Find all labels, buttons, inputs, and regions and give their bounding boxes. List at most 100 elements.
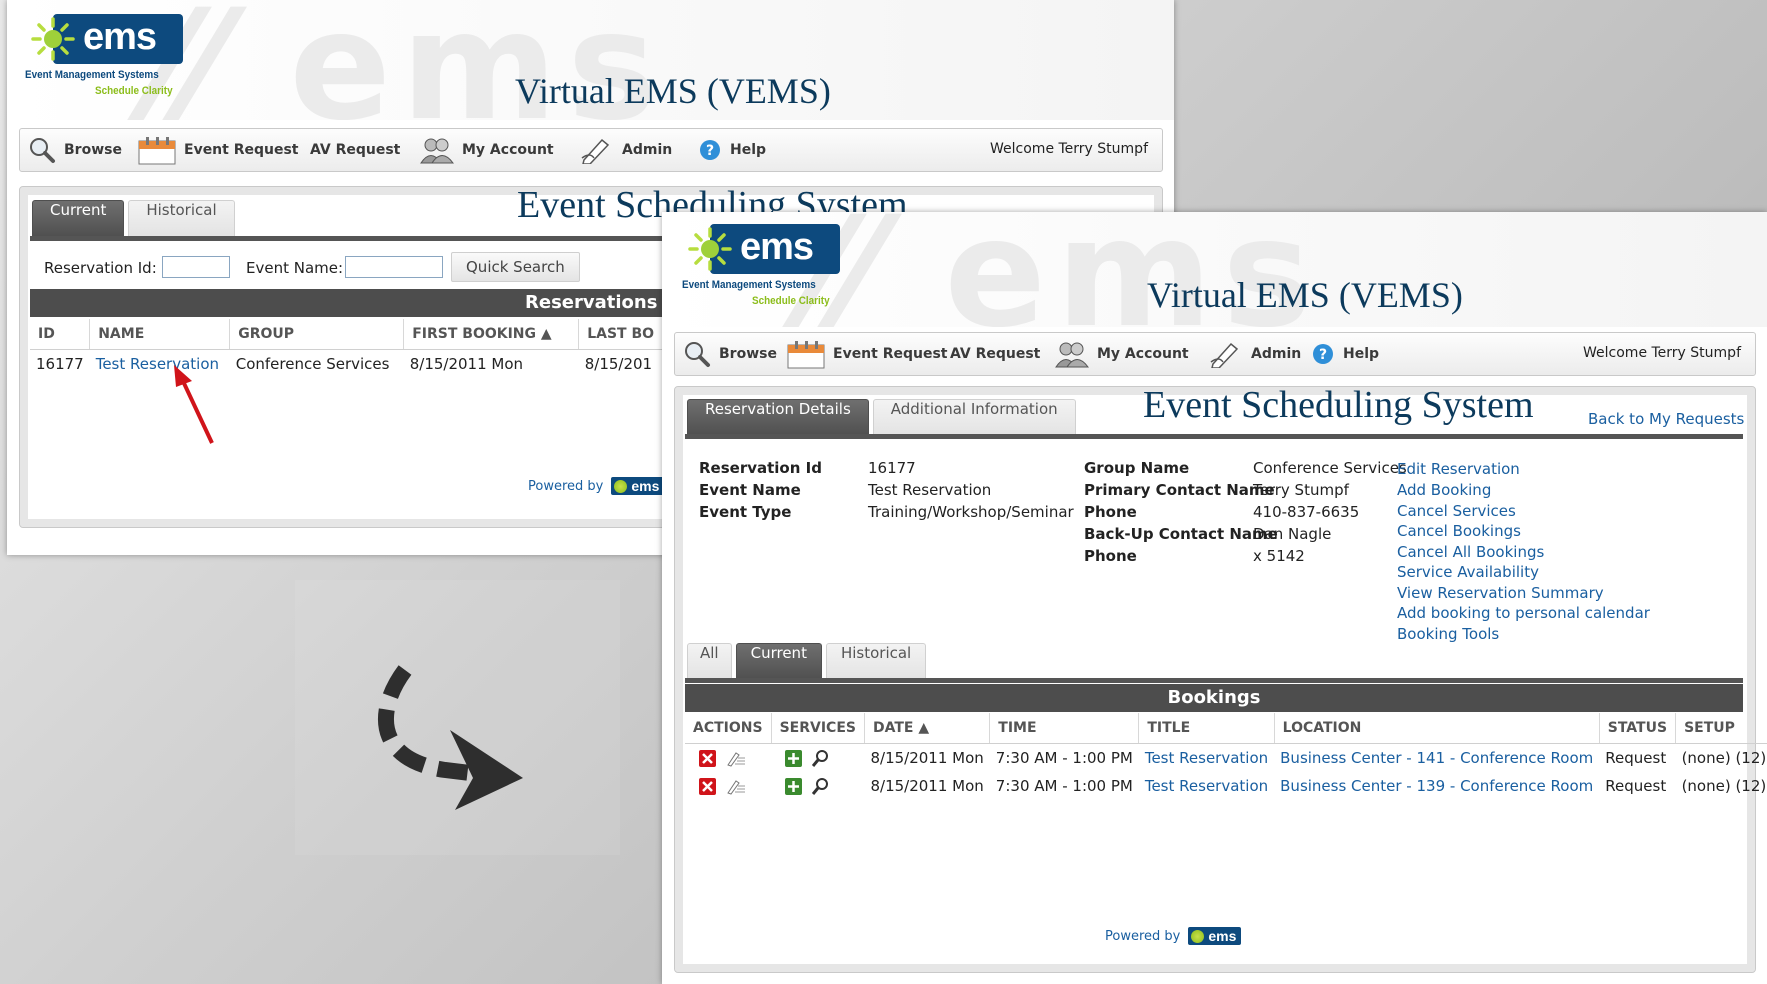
add-booking-link[interactable]: Add Booking [1397,481,1491,499]
detail-label: Phone [1084,547,1137,565]
tab-current[interactable]: Current [735,643,822,680]
tab-all[interactable]: All [687,643,732,680]
nav-help[interactable]: ? Help [1311,333,1379,375]
cell-time: 7:30 AM - 1:00 PM [995,749,1133,767]
tab-additional-information[interactable]: Additional Information [872,399,1076,436]
col-location[interactable]: LOCATION [1274,713,1600,744]
col-group[interactable]: GROUP [229,319,405,350]
cell-time: 7:30 AM - 1:00 PM [995,777,1133,795]
detail-value: Terry Stumpf [1253,481,1349,499]
tab-historical[interactable]: Historical [825,643,927,680]
service-availability-link[interactable]: Service Availability [1397,563,1539,581]
detail-value: 16177 [868,459,916,477]
cell-date: 8/15/2011 Mon [870,777,984,795]
col-date[interactable]: DATE ▲ [864,713,991,744]
col-first-booking[interactable]: FIRST BOOKING ▲ [403,319,580,350]
booking-title-link[interactable]: Test Reservation [1145,749,1268,767]
tab-current[interactable]: Current [32,200,125,237]
add-to-personal-calendar-link[interactable]: Add booking to personal calendar [1397,604,1650,622]
detail-value: 410-837-6635 [1253,503,1360,521]
event-name-input[interactable] [345,256,443,278]
nav-event-request[interactable]: Event Request [138,129,299,171]
nav-browse[interactable]: Browse [28,129,122,171]
tab-reservation-details[interactable]: Reservation Details [687,399,869,436]
back-to-my-requests-link[interactable]: Back to My Requests [1588,410,1744,428]
pencil-icon [581,138,610,164]
nav-av-request[interactable]: AV Request [950,333,1040,375]
detail-label: Back-Up Contact Name [1084,525,1278,543]
detail-value: x 5142 [1253,547,1305,565]
help-icon: ? [700,140,720,160]
app-title: Virtual EMS (VEMS) [1147,275,1463,315]
page-title: Event Scheduling System [1143,384,1534,426]
cancel-services-link[interactable]: Cancel Services [1397,502,1516,520]
reservation-tabs: Current Historical [32,200,235,237]
add-service-icon[interactable] [785,749,803,767]
powered-by: Powered by ems [528,477,665,495]
nav-admin[interactable]: Admin [580,129,672,171]
reservation-details-panel: Reservation Details Additional Informati… [674,384,1767,973]
bookings-table: ACTIONS SERVICES DATE ▲ TIME TITLE LOCAT… [685,713,1767,800]
users-icon [420,138,454,164]
view-details-icon[interactable] [811,749,830,768]
col-services: SERVICES [771,713,865,744]
nav-help[interactable]: ? Help [698,129,766,171]
booking-tabs: All Current Historical [687,643,927,680]
event-name-label: Event Name: [246,259,344,277]
svg-text:?: ? [706,143,714,159]
nav-event-request[interactable]: Event Request [787,333,948,375]
magnifier-icon [685,342,710,367]
nav-av-request[interactable]: AV Request [310,129,400,171]
col-name[interactable]: NAME [89,319,231,350]
tab-historical[interactable]: Historical [128,200,235,237]
booking-location-link[interactable]: Business Center - 139 - Conference Room [1280,777,1593,795]
view-details-icon[interactable] [811,777,830,796]
mini-ems-logo: ems [611,477,665,495]
table-row: 8/15/2011 Mon 7:30 AM - 1:00 PM Test Res… [685,772,1767,800]
delete-icon[interactable] [699,778,716,795]
table-header-row: ACTIONS SERVICES DATE ▲ TIME TITLE LOCAT… [685,713,1767,744]
reservation-id-input[interactable] [162,256,230,278]
delete-icon[interactable] [699,750,716,767]
edit-icon[interactable] [726,750,746,767]
detail-label: Event Type [699,503,792,521]
red-pointer-arrow-icon [174,365,214,444]
pencil-icon [1210,342,1239,368]
cancel-bookings-link[interactable]: Cancel Bookings [1397,522,1521,540]
nav-my-account[interactable]: My Account [1055,333,1189,375]
detail-label: Event Name [699,481,801,499]
col-setup[interactable]: SETUP [1675,713,1767,744]
cancel-all-bookings-link[interactable]: Cancel All Bookings [1397,543,1544,561]
table-row: 8/15/2011 Mon 7:30 AM - 1:00 PM Test Res… [685,744,1767,773]
col-time[interactable]: TIME [989,713,1140,744]
quick-search-button[interactable]: Quick Search [451,252,580,282]
nav-browse[interactable]: Browse [683,333,777,375]
table-header-row: ID NAME GROUP FIRST BOOKING ▲ LAST BO [30,319,687,350]
booking-tools-link[interactable]: Booking Tools [1397,625,1499,643]
cell-group: Conference Services [235,355,390,373]
edit-reservation-link[interactable]: Edit Reservation [1397,460,1520,478]
col-status[interactable]: STATUS [1599,713,1677,744]
svg-text:?: ? [1319,347,1327,363]
tab-divider [685,678,1743,683]
col-title[interactable]: TITLE [1138,713,1275,744]
edit-icon[interactable] [726,778,746,795]
detail-value: Test Reservation [868,481,992,499]
reservation-id-label: Reservation Id: [44,259,157,277]
add-service-icon[interactable] [785,777,803,795]
booking-title-link[interactable]: Test Reservation [1145,777,1268,795]
header-banner: ⁄⁄ ems ems Event Management Systems Sche… [662,212,1767,327]
cell-status: Request [1605,777,1667,795]
main-navbar: Browse Event Request AV Request My Accou… [19,128,1163,172]
detail-label: Primary Contact Name [1084,481,1275,499]
cell-setup: (none) (12) [1681,749,1767,767]
mini-ems-logo: ems [1188,927,1242,945]
view-reservation-summary-link[interactable]: View Reservation Summary [1397,584,1604,602]
nav-admin[interactable]: Admin [1209,333,1301,375]
group-name-link[interactable]: Conference Services [1253,459,1407,477]
booking-location-link[interactable]: Business Center - 141 - Conference Room [1280,749,1593,767]
nav-my-account[interactable]: My Account [420,129,554,171]
details-tabs: Reservation Details Additional Informati… [687,399,1076,436]
col-id[interactable]: ID [30,319,91,350]
cell-status: Request [1605,749,1667,767]
